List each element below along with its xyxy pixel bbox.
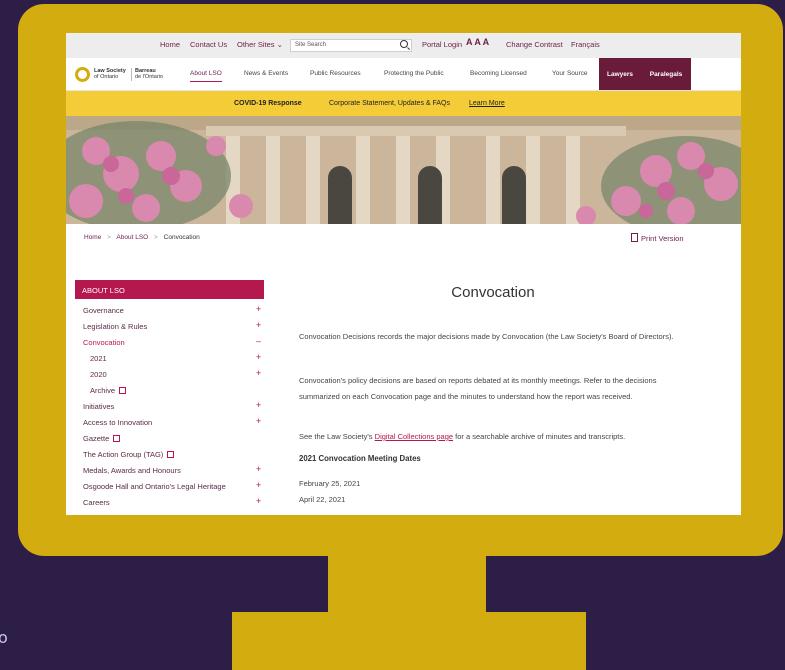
monitor-stand-base xyxy=(232,612,586,670)
expand-osgoode-hall-icon[interactable]: + xyxy=(256,480,261,490)
archive-text-after: for a searchable archive of minutes and … xyxy=(453,432,626,441)
action-group-label: The Action Group (TAG) xyxy=(83,450,164,459)
nav-lawyers[interactable]: Lawyers xyxy=(599,58,641,90)
breadcrumb-home[interactable]: Home xyxy=(84,234,101,241)
expand-governance-icon[interactable]: + xyxy=(256,304,261,314)
language-toggle[interactable]: Français xyxy=(571,40,600,49)
hero-image xyxy=(66,116,741,224)
expand-medals-icon[interactable]: + xyxy=(256,464,261,474)
gazette-label: Gazette xyxy=(83,434,110,443)
other-sites-label: Other Sites xyxy=(237,40,275,49)
covid-heading: COVID-19 Response xyxy=(234,100,302,107)
nav-news-events[interactable]: News & Events xyxy=(244,70,288,77)
website-screen: Home Contact Us Other Sites ⌄ Site Searc… xyxy=(66,33,741,515)
sidebar-subitem-archive[interactable]: Archive xyxy=(90,386,127,395)
logo-english-sub: of Ontario xyxy=(94,74,119,80)
sidebar-item-action-group[interactable]: The Action Group (TAG) xyxy=(83,450,175,459)
expand-legislation-icon[interactable]: + xyxy=(256,320,261,330)
site-search-input[interactable]: Site Search xyxy=(290,39,412,52)
sidebar-item-medals[interactable]: Medals, Awards and Honours xyxy=(83,466,181,475)
nav-about-lso[interactable]: About LSO xyxy=(190,70,222,82)
search-icon[interactable] xyxy=(400,40,408,48)
expand-careers-icon[interactable]: + xyxy=(256,496,261,506)
sidebar-item-gazette[interactable]: Gazette xyxy=(83,434,121,443)
expand-2020-icon[interactable]: + xyxy=(256,368,261,378)
change-contrast-link[interactable]: Change Contrast xyxy=(506,40,563,49)
external-link-icon xyxy=(119,387,127,394)
sidebar-item-convocation[interactable]: Convocation xyxy=(83,338,125,347)
text-size-controls[interactable]: A A A xyxy=(466,37,489,47)
print-version-label: Print Version xyxy=(641,234,684,243)
external-link-icon xyxy=(167,451,175,458)
expand-2021-icon[interactable]: + xyxy=(256,352,261,362)
main-navigation: Law Society of Ontario Barreau de l'Onta… xyxy=(66,58,741,91)
other-sites-menu[interactable]: Other Sites ⌄ xyxy=(237,40,283,49)
logo-divider xyxy=(131,68,132,81)
print-icon xyxy=(631,233,638,242)
logo-french-sub: de l'Ontario xyxy=(135,74,163,80)
sidebar-item-legislation[interactable]: Legislation & Rules xyxy=(83,322,147,331)
sidebar-subitem-2021[interactable]: 2021 xyxy=(90,354,107,363)
nav-paralegals[interactable]: Paralegals xyxy=(641,58,691,90)
meeting-date: February 25, 2021 xyxy=(299,479,361,488)
covid-learn-more-link[interactable]: Learn More xyxy=(469,100,505,107)
external-link-icon xyxy=(113,435,121,442)
content-paragraph-decisions: Convocation Decisions records the major … xyxy=(299,332,674,341)
nav-becoming-licensed[interactable]: Becoming Licensed xyxy=(470,70,527,77)
breadcrumb-separator: > xyxy=(107,234,111,241)
digital-collections-link[interactable]: Digital Collections page xyxy=(375,432,453,441)
nav-your-source[interactable]: Your Source xyxy=(552,70,588,77)
print-version-link[interactable]: Print Version xyxy=(631,233,684,243)
covid-banner: COVID-19 Response Corporate Statement, U… xyxy=(66,91,741,116)
nav-public-resources[interactable]: Public Resources xyxy=(310,70,361,77)
meeting-date: April 22, 2021 xyxy=(299,495,346,504)
sidebar-item-governance[interactable]: Governance xyxy=(83,306,124,315)
nav-protecting-public[interactable]: Protecting the Public xyxy=(384,70,444,77)
covid-text: Corporate Statement, Updates & FAQs xyxy=(329,100,451,107)
content-paragraph-policy: Convocation's policy decisions are based… xyxy=(299,376,657,401)
archive-label: Archive xyxy=(90,386,116,395)
breadcrumb-about[interactable]: About LSO xyxy=(116,234,148,241)
breadcrumb-separator: > xyxy=(154,234,158,241)
meeting-dates-heading: 2021 Convocation Meeting Dates xyxy=(299,454,421,463)
expand-initiatives-icon[interactable]: + xyxy=(256,400,261,410)
page-title: Convocation xyxy=(451,284,535,301)
content-paragraph-archive: See the Law Society's Digital Collection… xyxy=(299,429,689,445)
sidebar-subitem-2020[interactable]: 2020 xyxy=(90,370,107,379)
osgoode-hall-illustration xyxy=(66,116,741,224)
utility-bar: Home Contact Us Other Sites ⌄ Site Searc… xyxy=(66,33,741,58)
chevron-down-icon: ⌄ xyxy=(276,40,283,49)
sidebar-item-access-innovation[interactable]: Access to Innovation xyxy=(83,418,152,427)
logo-ring-icon xyxy=(75,67,90,82)
breadcrumb-current: Convocation xyxy=(163,234,200,241)
sidebar-header: ABOUT LSO xyxy=(75,280,264,299)
expand-access-innovation-icon[interactable]: + xyxy=(256,416,261,426)
breadcrumb: Home > About LSO > Convocation xyxy=(84,234,200,241)
background-letter: o xyxy=(0,628,8,647)
contact-us-link[interactable]: Contact Us xyxy=(190,40,227,49)
sidebar-item-initiatives[interactable]: Initiatives xyxy=(83,402,114,411)
portal-login-link[interactable]: Portal Login xyxy=(422,40,462,49)
collapse-convocation-icon[interactable]: – xyxy=(256,336,261,346)
sidebar-item-osgoode-hall[interactable]: Osgoode Hall and Ontario's Legal Heritag… xyxy=(83,482,226,491)
utility-home-link[interactable]: Home xyxy=(160,40,180,49)
sidebar-item-careers[interactable]: Careers xyxy=(83,498,110,507)
monitor-stand-neck xyxy=(328,556,486,612)
archive-text-before: See the Law Society's xyxy=(299,432,375,441)
